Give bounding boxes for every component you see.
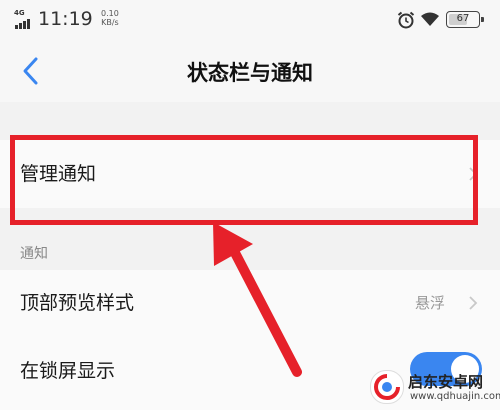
preview-style-row[interactable]: 顶部预览样式 悬浮 <box>0 270 500 336</box>
battery-icon: 67 <box>446 11 484 28</box>
title-bar: 状态栏与通知 <box>0 40 500 102</box>
watermark: 启东安卓网 www.qdhuajin.com <box>370 368 500 408</box>
wifi-icon <box>421 12 439 26</box>
preview-style-value: 悬浮 <box>415 294 446 312</box>
status-time: 11:19 <box>38 8 93 30</box>
chevron-right-icon <box>469 296 478 310</box>
network-speed-value: 0.10 <box>101 9 119 18</box>
alarm-icon <box>397 11 415 29</box>
network-type-label: 4G <box>14 9 25 17</box>
signal-icon: 4G <box>14 9 34 29</box>
network-speed: 0.10 KB/s <box>101 9 119 27</box>
highlight-box <box>10 135 478 225</box>
page-title: 状态栏与通知 <box>187 61 313 85</box>
lock-screen-label: 在锁屏显示 <box>20 360 116 382</box>
status-bar: 4G 11:19 0.10 KB/s 67 <box>0 0 500 40</box>
preview-style-label: 顶部预览样式 <box>20 292 135 314</box>
section-header-notifications: 通知 <box>20 246 48 262</box>
watermark-title: 启东安卓网 <box>408 373 484 391</box>
battery-level: 67 <box>456 13 470 24</box>
network-speed-unit: KB/s <box>101 18 119 27</box>
watermark-url: www.qdhuajin.com <box>410 391 500 402</box>
watermark-logo-icon <box>370 370 404 404</box>
